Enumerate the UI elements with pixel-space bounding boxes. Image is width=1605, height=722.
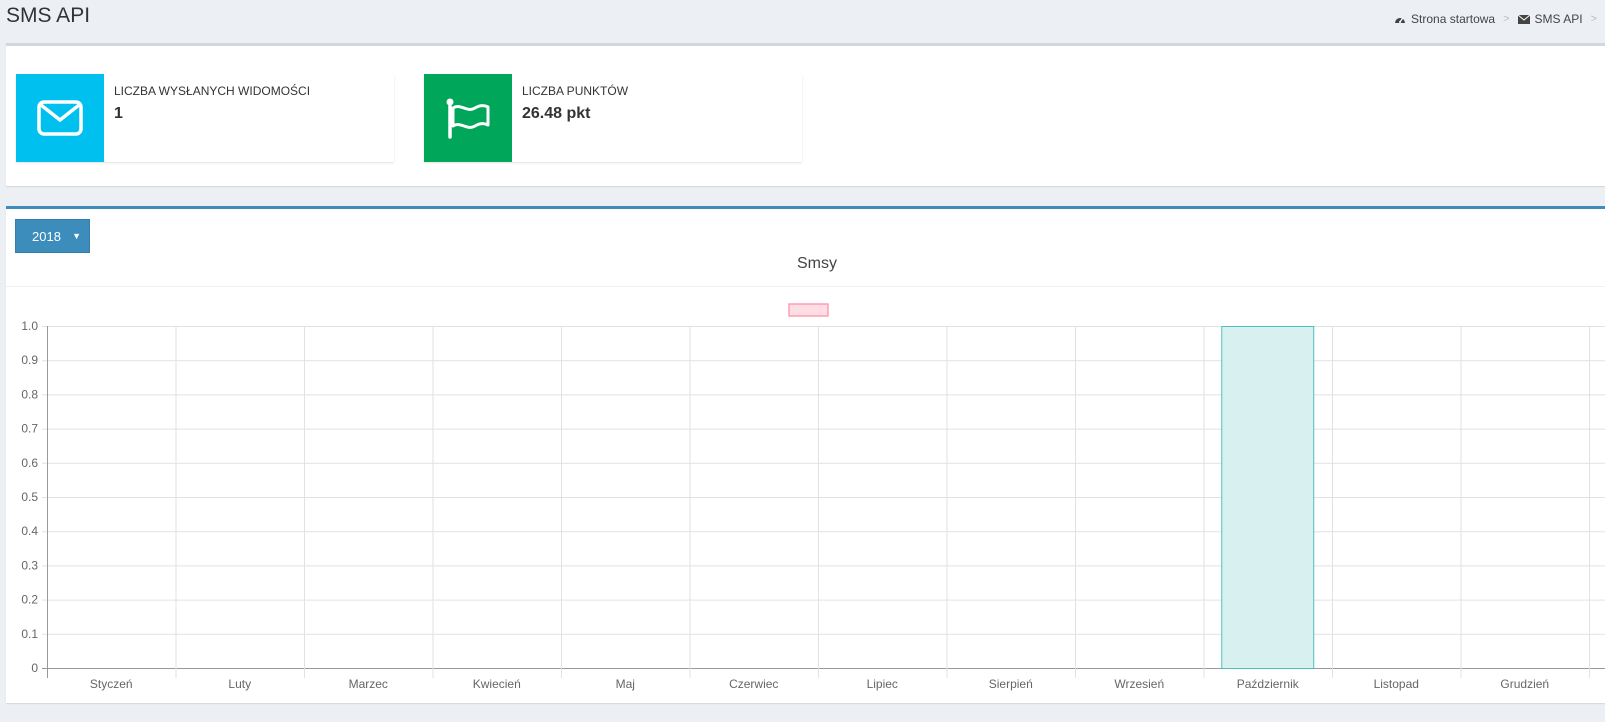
envelope-icon (37, 100, 83, 136)
bar-chart: 0 0.1 0.2 0.3 0.4 0.5 0.6 0.7 0.8 0.9 1.0 Styczeń Lu… (21, 303, 1605, 691)
y-tick-label: 0 (31, 661, 38, 675)
x-tick-label: Styczeń (90, 677, 133, 691)
sent-messages-label: LICZBA WYSŁANYCH WIDOMOŚCI (114, 84, 311, 98)
y-tick-label: 0.6 (21, 456, 38, 470)
y-tick-label: 0.7 (21, 422, 38, 436)
x-tick-label: Grudzień (1500, 677, 1549, 691)
y-tick-label: 0.9 (21, 353, 38, 367)
breadcrumb: Strona startowa > SMS API > (1394, 12, 1605, 26)
x-tick-label: Sierpień (989, 677, 1033, 691)
points-info-box: LICZBA PUNKTÓW 26.48 pkt (424, 74, 802, 162)
points-label: LICZBA PUNKTÓW (522, 84, 629, 98)
breadcrumb-home-label: Strona startowa (1411, 12, 1496, 26)
y-tick-label: 0.1 (21, 627, 38, 641)
sent-messages-value: 1 (114, 105, 123, 122)
breadcrumb-item-home[interactable]: Strona startowa (1394, 12, 1495, 26)
breadcrumb-sms-api-label: SMS API (1534, 12, 1583, 26)
y-tick-label: 0.2 (21, 593, 38, 607)
x-tick-label: Marzec (349, 677, 388, 691)
points-value: 26.48 pkt (522, 105, 591, 122)
x-tick-label: Luty (228, 677, 251, 691)
x-tick-label: Kwiecień (473, 677, 521, 691)
x-tick-label: Lipiec (867, 677, 898, 691)
sent-messages-info-box: LICZBA WYSŁANYCH WIDOMOŚCI 1 (16, 74, 394, 162)
page-title: SMS API (6, 4, 91, 27)
y-tick-label: 0.5 (21, 490, 38, 504)
x-tick-label: Maj (616, 677, 635, 691)
sent-messages-icon-box (16, 74, 104, 162)
stats-panel: LICZBA WYSŁANYCH WIDOMOŚCI 1 LICZBA PUNK… (6, 43, 1605, 186)
y-tick-label: 0.4 (21, 524, 38, 538)
y-tick-label: 1.0 (21, 319, 38, 333)
x-tick-label: Październik (1237, 677, 1300, 691)
dashboard-icon (1395, 17, 1406, 23)
x-tick-label: Czerwiec (729, 677, 778, 691)
y-tick-label: 0.8 (21, 387, 38, 401)
points-icon-box (424, 74, 512, 162)
flag-icon (446, 98, 490, 139)
breadcrumb-item-sms-api[interactable]: SMS API (1517, 12, 1583, 26)
envelope-icon (1517, 14, 1530, 24)
x-tick-label: Listopad (1374, 677, 1419, 691)
x-tick-label: Wrzesień (1114, 677, 1164, 691)
breadcrumb-separator: > (1503, 13, 1510, 25)
breadcrumb-separator: > (1590, 13, 1597, 25)
chart-panel: 2018 ▼ Smsy 0 0.1 0.2 0.3 0.4 0.5 0.6 0.7 0.8 0.9… (6, 206, 1605, 703)
page-header: SMS API Strona startowa > SMS API > (0, 0, 1605, 44)
y-tick-label: 0.3 (21, 558, 38, 572)
bar (1221, 326, 1315, 669)
legend-swatch (788, 303, 829, 317)
